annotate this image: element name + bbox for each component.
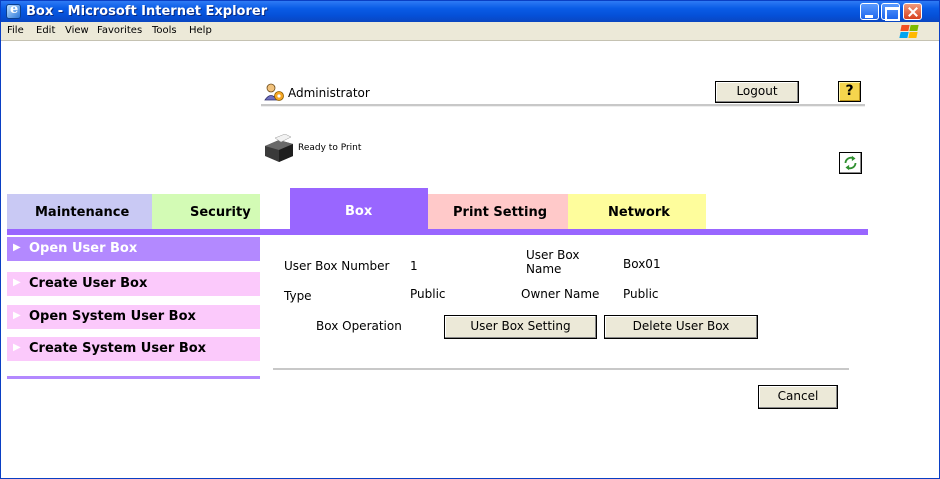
box-operation-label: Box Operation — [316, 319, 402, 333]
page-content: Administrator Logout ? Ready to Print Ma… — [1, 41, 939, 478]
sidebar-item-open-system-user-box[interactable]: ▶ Open System User Box — [7, 305, 260, 329]
minimize-button[interactable] — [860, 3, 879, 20]
user-name: Administrator — [288, 86, 370, 100]
sidebar-item-create-system-user-box[interactable]: ▶ Create System User Box — [7, 337, 260, 361]
type-label: Type — [284, 289, 312, 303]
tab-security[interactable]: Security — [152, 194, 260, 229]
delete-user-box-button[interactable]: Delete User Box — [604, 315, 758, 339]
maximize-button[interactable] — [881, 3, 900, 21]
triangle-right-icon: ▶ — [13, 342, 21, 353]
menu-view[interactable]: View — [65, 25, 89, 36]
user-box-name-label: User Box Name — [526, 248, 580, 276]
user-box-number-value: 1 — [410, 259, 418, 273]
title-bar: Box - Microsoft Internet Explorer — [1, 1, 939, 22]
browser-window: Box - Microsoft Internet Explorer File E… — [0, 0, 940, 479]
sidebar-item-open-user-box[interactable]: ▶ Open User Box — [7, 237, 260, 261]
printer-status: Ready to Print — [298, 143, 362, 153]
menu-edit[interactable]: Edit — [36, 25, 55, 36]
owner-name-value: Public — [623, 287, 659, 301]
tab-box[interactable]: Box — [290, 188, 428, 229]
window-title: Box - Microsoft Internet Explorer — [26, 4, 268, 19]
triangle-right-icon: ▶ — [13, 277, 21, 288]
user-box-name-value: Box01 — [623, 257, 661, 271]
sidebar-bottom-divider — [7, 376, 260, 379]
content-divider — [273, 368, 849, 370]
tab-maintenance[interactable]: Maintenance — [7, 194, 152, 229]
type-value: Public — [410, 287, 446, 301]
tab-underline — [7, 229, 868, 235]
ie-icon — [6, 2, 21, 19]
owner-name-label: Owner Name — [521, 287, 600, 301]
menu-favorites[interactable]: Favorites — [97, 25, 142, 36]
sidebar-item-create-user-box[interactable]: ▶ Create User Box — [7, 272, 260, 296]
printer-icon — [265, 134, 293, 162]
user-box-number-label: User Box Number — [284, 259, 390, 273]
menu-tools[interactable]: Tools — [152, 25, 177, 36]
tab-print-setting[interactable]: Print Setting — [428, 194, 568, 229]
windows-logo-icon — [896, 23, 919, 40]
triangle-right-icon: ▶ — [13, 310, 21, 321]
user-box-setting-button[interactable]: User Box Setting — [444, 315, 597, 339]
header-divider — [261, 104, 865, 107]
menu-file[interactable]: File — [7, 25, 24, 36]
triangle-right-icon: ▶ — [13, 242, 21, 253]
menu-help[interactable]: Help — [189, 25, 212, 36]
administrator-icon — [264, 83, 284, 101]
cancel-button[interactable]: Cancel — [758, 385, 838, 409]
logout-button[interactable]: Logout — [715, 81, 799, 103]
help-button[interactable]: ? — [838, 81, 861, 102]
refresh-icon[interactable] — [839, 152, 862, 174]
menu-bar: File Edit View Favorites Tools Help — [1, 22, 939, 41]
tab-network[interactable]: Network — [568, 194, 706, 229]
close-button[interactable] — [903, 3, 922, 20]
